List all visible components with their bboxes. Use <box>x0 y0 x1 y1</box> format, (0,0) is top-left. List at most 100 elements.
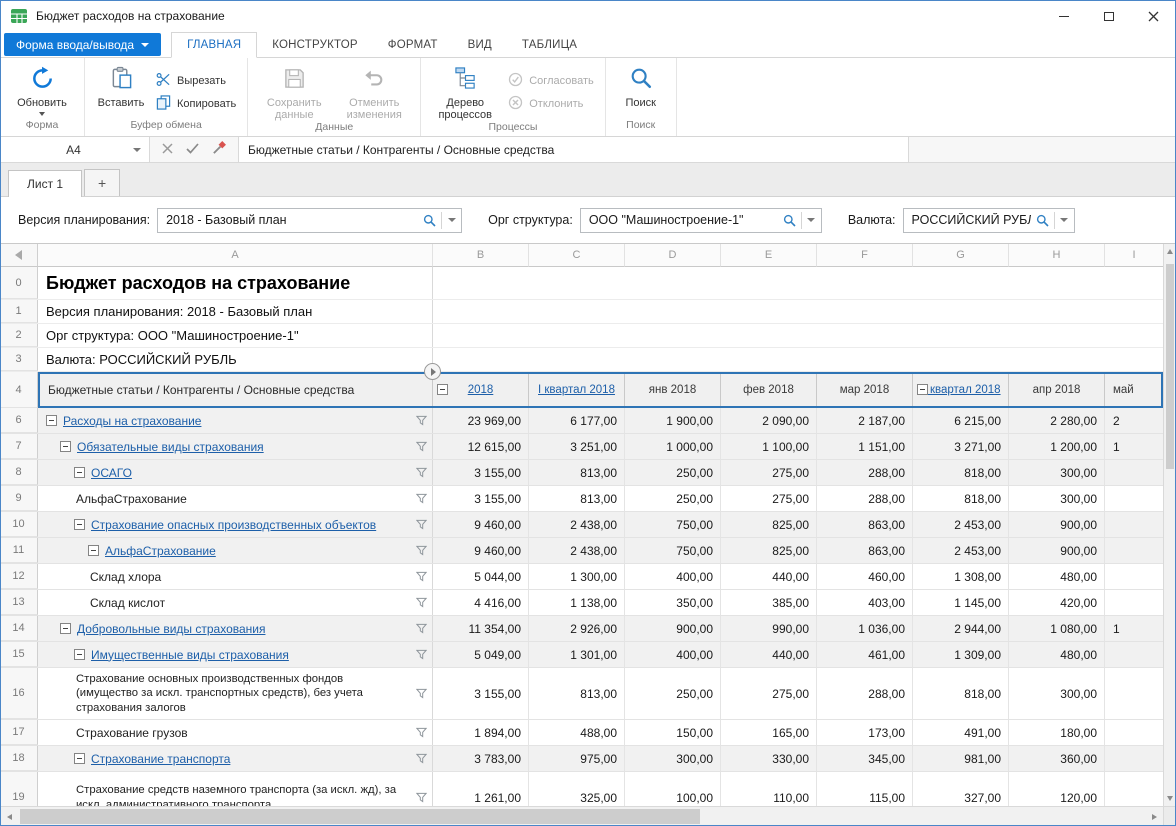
cell-D15[interactable]: 400,00 <box>625 642 721 667</box>
tab-home[interactable]: ГЛАВНАЯ <box>171 32 257 58</box>
cell-C19[interactable]: 325,00 <box>529 772 625 806</box>
cell-D18[interactable]: 300,00 <box>625 746 721 771</box>
column-letter-H[interactable]: H <box>1009 244 1105 267</box>
info-cell-A2[interactable]: Орг структура: ООО "Машиностроение-1" <box>38 324 433 347</box>
cell-D7[interactable]: 1 000,00 <box>625 434 721 459</box>
cell-H10[interactable]: 900,00 <box>1009 512 1105 537</box>
cell-C9[interactable]: 813,00 <box>529 486 625 511</box>
column-letter-D[interactable]: D <box>625 244 721 267</box>
cell-B17[interactable]: 1 894,00 <box>433 720 529 745</box>
cell-F11[interactable]: 863,00 <box>817 538 913 563</box>
tab-table[interactable]: ТАБЛИЦА <box>507 32 592 57</box>
row-number-8[interactable]: 8 <box>0 460 38 485</box>
dropdown-button[interactable] <box>802 218 821 222</box>
header-cell-A4[interactable]: Бюджетные статьи / Контрагенты / Основны… <box>38 372 433 408</box>
cell-E7[interactable]: 1 100,00 <box>721 434 817 459</box>
copy-button[interactable]: Копировать <box>151 92 241 115</box>
cell-C12[interactable]: 1 300,00 <box>529 564 625 589</box>
cell-G18[interactable]: 981,00 <box>913 746 1009 771</box>
column-letter-G[interactable]: G <box>913 244 1009 267</box>
collapse-icon[interactable] <box>88 545 99 556</box>
cell-E6[interactable]: 2 090,00 <box>721 408 817 433</box>
formula-input[interactable]: Бюджетные статьи / Контрагенты / Основны… <box>239 137 909 162</box>
cell-C6[interactable]: 6 177,00 <box>529 408 625 433</box>
cell-F16[interactable]: 288,00 <box>817 668 913 719</box>
cell-C11[interactable]: 2 438,00 <box>529 538 625 563</box>
cell-G16[interactable]: 818,00 <box>913 668 1009 719</box>
label-cell-A8[interactable]: ОСАГО <box>38 460 433 485</box>
sheet-tab-list1[interactable]: Лист 1 <box>8 170 82 197</box>
cell-E12[interactable]: 440,00 <box>721 564 817 589</box>
row-number-18[interactable]: 18 <box>0 746 38 771</box>
column-letter-C[interactable]: C <box>529 244 625 267</box>
collapse-icon[interactable] <box>74 467 85 478</box>
cell-G8[interactable]: 818,00 <box>913 460 1009 485</box>
row-number-1[interactable]: 1 <box>0 300 38 323</box>
search-button[interactable]: Поиск <box>612 61 670 109</box>
cell-H17[interactable]: 180,00 <box>1009 720 1105 745</box>
horizontal-scrollbar[interactable] <box>0 806 1176 826</box>
cell-H8[interactable]: 300,00 <box>1009 460 1105 485</box>
cell-E17[interactable]: 165,00 <box>721 720 817 745</box>
column-letter-E[interactable]: E <box>721 244 817 267</box>
cell-H9[interactable]: 300,00 <box>1009 486 1105 511</box>
cell-H12[interactable]: 480,00 <box>1009 564 1105 589</box>
cell-I13[interactable] <box>1105 590 1163 615</box>
formula-wizard-icon[interactable] <box>212 141 226 158</box>
filter-icon[interactable] <box>416 571 427 582</box>
cell-D19[interactable]: 100,00 <box>625 772 721 806</box>
cancel-entry-icon[interactable] <box>162 143 173 157</box>
cell-B14[interactable]: 11 354,00 <box>433 616 529 641</box>
cell-C10[interactable]: 2 438,00 <box>529 512 625 537</box>
collapse-icon[interactable] <box>46 415 57 426</box>
period-header-I[interactable]: май <box>1105 372 1163 408</box>
row-number-10[interactable]: 10 <box>0 512 38 537</box>
period-header-G[interactable]: II квартал 2018 <box>913 372 1009 408</box>
filter-icon[interactable] <box>416 467 427 478</box>
label-cell-A15[interactable]: Имущественные виды страхования <box>38 642 433 667</box>
label-cell-A6[interactable]: Расходы на страхование <box>38 408 433 433</box>
group-link[interactable]: Имущественные виды страхования <box>91 648 289 662</box>
row-number-9[interactable]: 9 <box>0 486 38 511</box>
period-link[interactable]: 2018 <box>468 384 494 396</box>
cell-G7[interactable]: 3 271,00 <box>913 434 1009 459</box>
cell-H11[interactable]: 900,00 <box>1009 538 1105 563</box>
cell-H13[interactable]: 420,00 <box>1009 590 1105 615</box>
cell-B8[interactable]: 3 155,00 <box>433 460 529 485</box>
group-link[interactable]: Страхование опасных производственных объ… <box>91 518 376 532</box>
filter-icon[interactable] <box>416 623 427 634</box>
group-link[interactable]: Расходы на страхование <box>63 414 201 428</box>
cell-I12[interactable] <box>1105 564 1163 589</box>
row-number-19[interactable]: 19 <box>0 772 38 806</box>
period-header-B[interactable]: 2018 <box>433 372 529 408</box>
cell-E15[interactable]: 440,00 <box>721 642 817 667</box>
cell-H15[interactable]: 480,00 <box>1009 642 1105 667</box>
label-cell-A11[interactable]: АльфаСтрахование <box>38 538 433 563</box>
label-cell-A16[interactable]: Страхование основных производственных фо… <box>38 668 433 719</box>
cell-G12[interactable]: 1 308,00 <box>913 564 1009 589</box>
column-letter-A[interactable]: A <box>38 244 433 267</box>
label-cell-A14[interactable]: Добровольные виды страхования <box>38 616 433 641</box>
refresh-button[interactable]: Обновить <box>6 61 78 116</box>
period-header-D[interactable]: янв 2018 <box>625 372 721 408</box>
cell-B19[interactable]: 1 261,00 <box>433 772 529 806</box>
cell-name-box[interactable]: A4 <box>0 137 150 162</box>
cell-B12[interactable]: 5 044,00 <box>433 564 529 589</box>
filter-icon[interactable] <box>416 753 427 764</box>
scroll-right-button[interactable] <box>1145 807 1163 826</box>
cell-F13[interactable]: 403,00 <box>817 590 913 615</box>
select-all-corner[interactable] <box>0 244 38 267</box>
filter-icon[interactable] <box>416 415 427 426</box>
row-number-0[interactable]: 0 <box>0 267 38 299</box>
version-combo[interactable]: 2018 - Базовый план <box>157 208 462 233</box>
dropdown-button[interactable] <box>1055 218 1074 222</box>
magnifier-icon[interactable] <box>778 214 801 227</box>
cell-G17[interactable]: 491,00 <box>913 720 1009 745</box>
column-letter-F[interactable]: F <box>817 244 913 267</box>
filter-icon[interactable] <box>416 519 427 530</box>
cell-C8[interactable]: 813,00 <box>529 460 625 485</box>
close-button[interactable] <box>1131 0 1176 32</box>
cell-I15[interactable] <box>1105 642 1163 667</box>
process-tree-button[interactable]: Дерево процессов <box>427 61 503 121</box>
cell-G9[interactable]: 818,00 <box>913 486 1009 511</box>
